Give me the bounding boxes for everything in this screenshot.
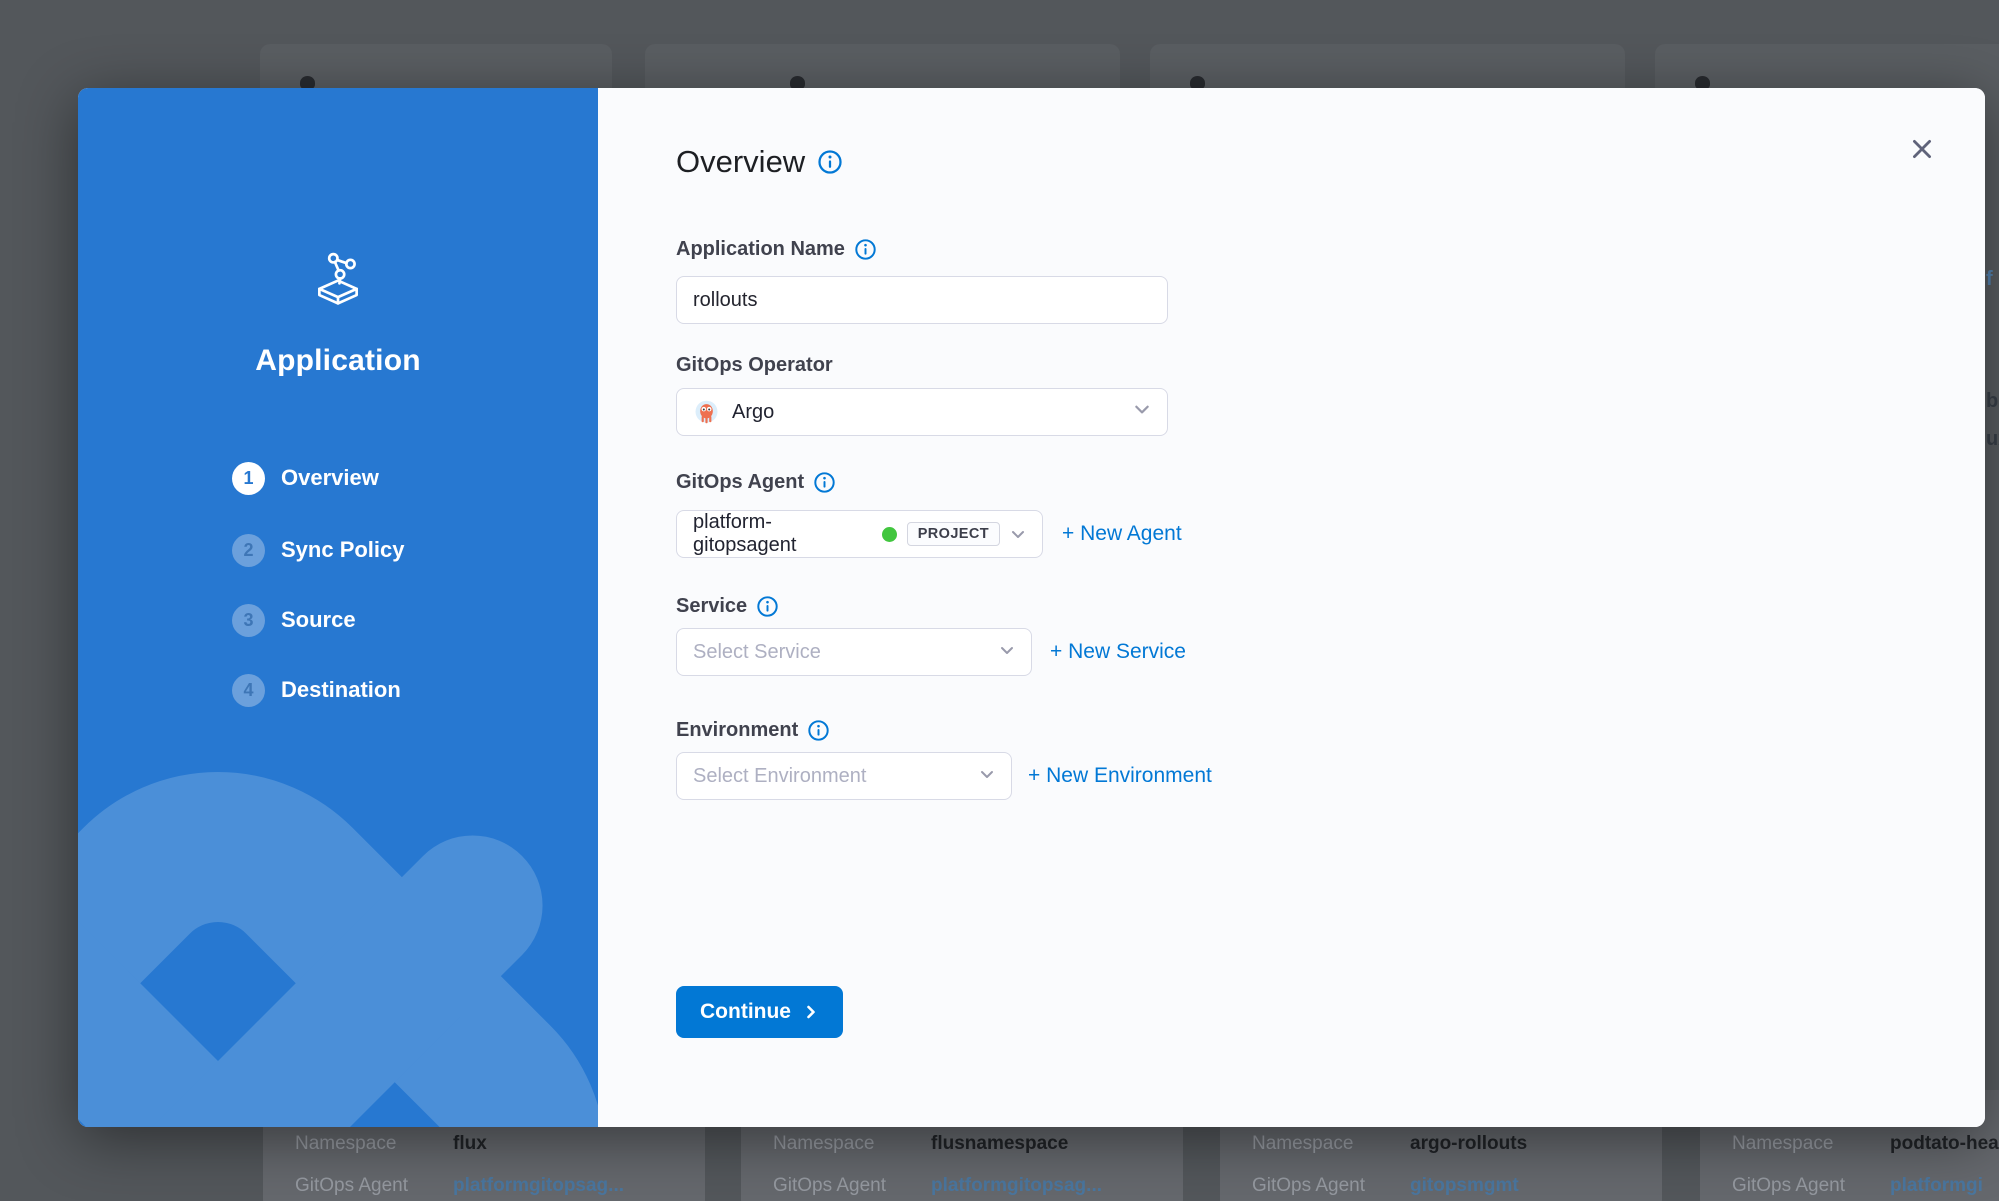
application-name-input[interactable] [676,276,1168,324]
gitops-operator-value: Argo [732,401,774,424]
step-number: 1 [232,462,265,495]
namespace-label: Namespace [1732,1133,1890,1155]
gitops-agent-link: platformgitopsag... [453,1175,624,1197]
new-service-link[interactable]: + New Service [1050,640,1186,664]
application-wizard-modal: Application 1 Overview 2 Sync Policy 3 S… [78,88,1985,1127]
step-source[interactable]: 3 Source [232,603,356,637]
chevron-right-icon [803,1004,819,1020]
wizard-sidebar: Application 1 Overview 2 Sync Policy 3 S… [78,88,598,1127]
info-icon[interactable] [757,596,778,617]
namespace-value: podtato-hea [1890,1133,1999,1155]
environment-label: Environment [676,719,798,742]
step-label: Overview [281,465,379,491]
environment-select[interactable]: Select Environment [676,752,1012,800]
chevron-down-icon [1010,526,1026,542]
step-label: Source [281,607,356,633]
service-select[interactable]: Select Service [676,628,1032,676]
gitops-agent-value: platform-gitopsagent [693,511,872,557]
step-overview[interactable]: 1 Overview [232,461,379,495]
clipped-text-fragment: f [1986,268,1993,291]
gitops-agent-label: GitOps Agent [1252,1175,1410,1197]
gitops-agent-select[interactable]: platform-gitopsagent PROJECT [676,510,1043,558]
step-label: Sync Policy [281,537,405,563]
namespace-value: flux [453,1133,487,1155]
step-number: 4 [232,674,265,707]
step-number: 3 [232,604,265,637]
gitops-agent-link: platformgi [1890,1175,1983,1197]
clipped-text-fragment: ux [1986,428,1999,451]
scope-badge: PROJECT [907,522,1000,546]
page-title: Overview [676,144,805,180]
agent-health-dot [882,527,897,542]
info-icon[interactable] [814,472,835,493]
clipped-text-fragment: be [1986,390,1999,413]
argo-icon [693,399,720,426]
step-label: Destination [281,677,401,703]
gitops-agent-link: gitopsmgmt [1410,1175,1519,1197]
step-number: 2 [232,534,265,567]
namespace-label: Namespace [295,1133,453,1155]
environment-placeholder: Select Environment [693,765,866,788]
namespace-label: Namespace [773,1133,931,1155]
service-placeholder: Select Service [693,641,821,664]
wizard-title: Application [78,344,598,378]
continue-button[interactable]: Continue [676,986,843,1038]
namespace-value: argo-rollouts [1410,1133,1527,1155]
close-icon[interactable] [1907,134,1937,164]
namespace-value: flusnamespace [931,1133,1068,1155]
chevron-down-icon [979,765,995,788]
gitops-agent-label: GitOps Agent [1732,1175,1890,1197]
wizard-content: Overview Application Name GitOps Operato… [598,88,1985,1127]
gitops-operator-label: GitOps Operator [676,354,833,377]
namespace-label: Namespace [1252,1133,1410,1155]
new-agent-link[interactable]: + New Agent [1062,522,1182,546]
application-icon [309,250,367,313]
service-label: Service [676,595,747,618]
gitops-operator-select[interactable]: Argo [676,388,1168,436]
gitops-agent-link: platformgitopsag... [931,1175,1102,1197]
application-name-label: Application Name [676,238,845,261]
new-environment-link[interactable]: + New Environment [1028,764,1212,788]
gitops-agent-label: GitOps Agent [773,1175,931,1197]
step-sync-policy[interactable]: 2 Sync Policy [232,533,405,567]
info-icon[interactable] [818,150,842,174]
info-icon[interactable] [855,239,876,260]
step-destination[interactable]: 4 Destination [232,673,401,707]
info-icon[interactable] [808,720,829,741]
gitops-agent-label: GitOps Agent [295,1175,453,1197]
chevron-down-icon [1133,400,1151,424]
continue-label: Continue [700,1000,791,1024]
gitops-agent-label: GitOps Agent [676,471,804,494]
chevron-down-icon [999,641,1015,664]
